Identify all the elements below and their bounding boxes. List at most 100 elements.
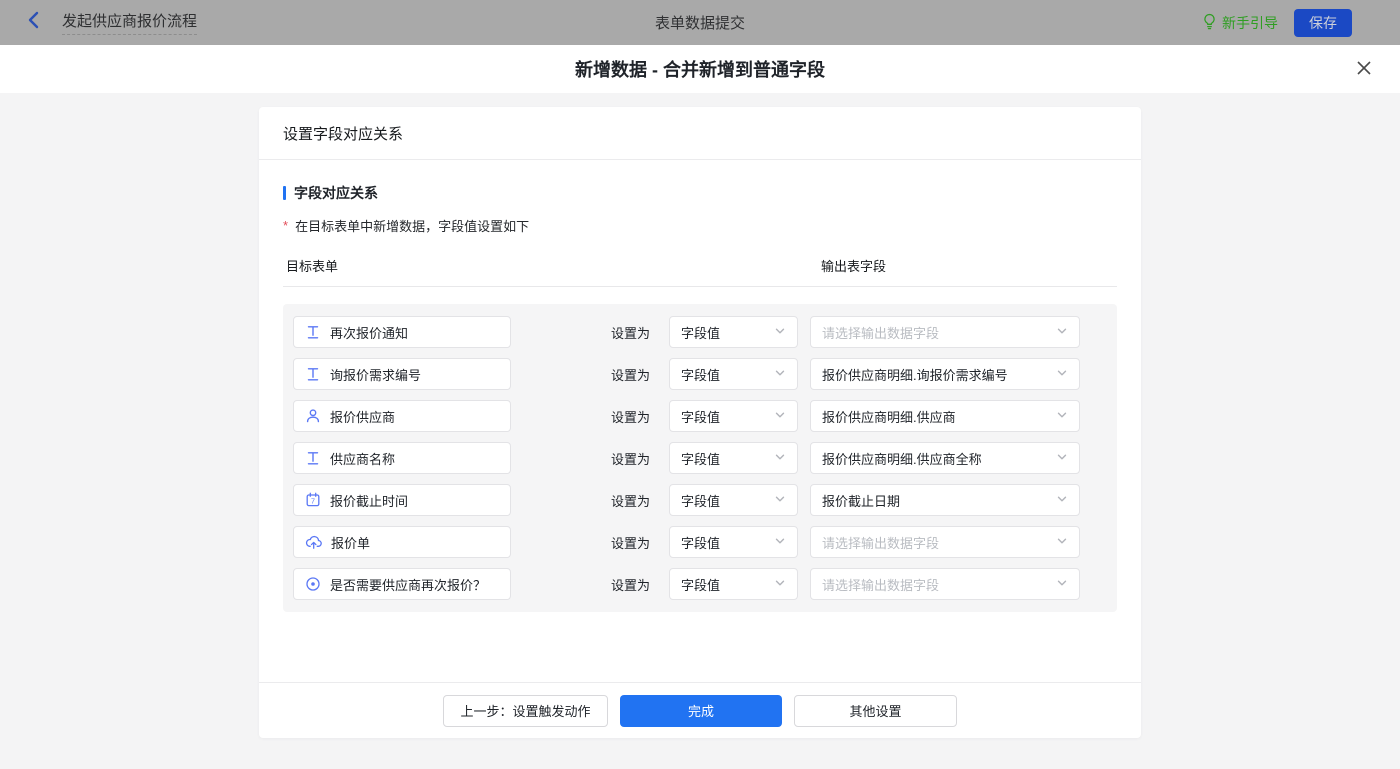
value-type-value: 字段值 (681, 367, 721, 383)
field-mapping-row: 询报价需求编号 设置为 字段值 报价供应商明细.询报价需求编号 (293, 358, 1117, 390)
output-field-select[interactable]: 请选择输出数据字段 (810, 316, 1080, 348)
output-field-select[interactable]: 报价截止日期 (810, 484, 1080, 516)
chevron-down-icon (774, 577, 786, 592)
back-chevron-icon (26, 10, 42, 35)
calendar-icon: 7 (305, 492, 321, 508)
target-field-label: 报价单 (331, 535, 371, 551)
value-type-select[interactable]: 字段值 (669, 442, 798, 474)
card-footer: 上一步：设置触发动作 完成 其他设置 (259, 682, 1141, 738)
beginner-guide-label: 新手引导 (1222, 14, 1278, 31)
chevron-down-icon (774, 409, 786, 424)
chevron-down-icon (1056, 451, 1068, 466)
target-field-chip[interactable]: 是否需要供应商再次报价？ (293, 568, 511, 600)
set-as-label: 设置为 (611, 451, 651, 467)
output-field-select[interactable]: 请选择输出数据字段 (810, 526, 1080, 558)
output-field-value: 报价截止日期 (822, 493, 901, 509)
chevron-down-icon (1056, 577, 1068, 592)
beginner-guide-link[interactable]: 新手引导 (1202, 13, 1278, 33)
target-field-label: 再次报价通知 (330, 325, 409, 341)
value-type-value: 字段值 (681, 325, 721, 341)
done-button[interactable]: 完成 (620, 694, 782, 727)
settings-card: 设置字段对应关系 字段对应关系 * 在目标表单中新增数据，字段值设置如下 目标表… (259, 107, 1141, 738)
close-button[interactable] (1352, 57, 1376, 81)
chevron-down-icon (1056, 493, 1068, 508)
value-type-value: 字段值 (681, 535, 721, 551)
output-field-select[interactable]: 报价供应商明细.供应商 (810, 400, 1080, 432)
field-mapping-row: 是否需要供应商再次报价？ 设置为 字段值 请选择输出数据字段 (293, 568, 1117, 600)
set-as-label: 设置为 (611, 409, 651, 425)
target-field-label: 报价供应商 (330, 409, 396, 425)
section-title-label: 字段对应关系 (294, 185, 378, 201)
radio-icon (305, 576, 321, 592)
output-field-value: 报价供应商明细.询报价需求编号 (822, 367, 1008, 383)
target-field-chip[interactable]: 再次报价通知 (293, 316, 511, 348)
output-field-select[interactable]: 报价供应商明细.询报价需求编号 (810, 358, 1080, 390)
set-as-label: 设置为 (611, 577, 651, 593)
target-field-chip[interactable]: 供应商名称 (293, 442, 511, 474)
other-settings-button[interactable]: 其他设置 (794, 694, 957, 727)
value-type-select[interactable]: 字段值 (669, 526, 798, 558)
hint-row: * 在目标表单中新增数据，字段值设置如下 (283, 216, 1117, 235)
close-icon (1355, 60, 1373, 80)
output-field-select[interactable]: 报价供应商明细.供应商全称 (810, 442, 1080, 474)
chevron-down-icon (1056, 367, 1068, 382)
chevron-down-icon (774, 367, 786, 382)
value-type-select[interactable]: 字段值 (669, 400, 798, 432)
target-field-chip[interactable]: 询报价需求编号 (293, 358, 511, 390)
text-icon (305, 366, 321, 382)
svg-text:7: 7 (311, 497, 315, 506)
modal-body: 设置字段对应关系 字段对应关系 * 在目标表单中新增数据，字段值设置如下 目标表… (0, 107, 1400, 769)
lightbulb-icon (1202, 13, 1217, 33)
page-title: 表单数据提交 (654, 15, 746, 32)
card-body: 字段对应关系 * 在目标表单中新增数据，字段值设置如下 目标表单 输出表字段 再… (259, 183, 1141, 612)
text-icon (305, 324, 321, 340)
target-field-label: 报价截止时间 (330, 493, 409, 509)
value-type-select[interactable]: 字段值 (669, 316, 798, 348)
output-field-value: 报价供应商明细.供应商全称 (822, 451, 982, 467)
required-asterisk: * (283, 218, 289, 233)
field-mapping-row: 供应商名称 设置为 字段值 报价供应商明细.供应商全称 (293, 442, 1117, 474)
chevron-down-icon (1056, 535, 1068, 550)
chevron-down-icon (774, 535, 786, 550)
set-as-label: 设置为 (611, 325, 651, 341)
value-type-select[interactable]: 字段值 (669, 358, 798, 390)
column-headers: 目标表单 输出表字段 (283, 256, 1117, 287)
value-type-value: 字段值 (681, 493, 721, 509)
value-type-select[interactable]: 字段值 (669, 484, 798, 516)
target-field-label: 询报价需求编号 (330, 367, 422, 383)
field-mapping-panel: 再次报价通知 设置为 字段值 请选择输出数据字段 询报价需求编号 设置为 字段值… (283, 304, 1117, 612)
card-header: 设置字段对应关系 (259, 107, 1141, 160)
target-field-label: 是否需要供应商再次报价？ (330, 577, 487, 593)
set-as-label: 设置为 (611, 535, 651, 551)
text-icon (305, 450, 321, 466)
set-as-label: 设置为 (611, 367, 651, 383)
upload-icon (305, 534, 322, 550)
card-header-title: 设置字段对应关系 (283, 125, 404, 143)
output-field-value: 报价供应商明细.供应商 (822, 409, 956, 425)
value-type-select[interactable]: 字段值 (669, 568, 798, 600)
set-as-label: 设置为 (611, 493, 651, 509)
value-type-value: 字段值 (681, 451, 721, 467)
target-field-chip[interactable]: 7 报价截止时间 (293, 484, 511, 516)
modal-title: 新增数据 - 合并新增到普通字段 (575, 60, 825, 80)
hint-text: 在目标表单中新增数据，字段值设置如下 (295, 219, 530, 234)
col-header-output-field: 输出表字段 (821, 259, 887, 274)
section-title: 字段对应关系 (283, 183, 1117, 203)
value-type-value: 字段值 (681, 577, 721, 593)
chevron-down-icon (774, 493, 786, 508)
target-field-chip[interactable]: 报价供应商 (293, 400, 511, 432)
flow-title[interactable]: 发起供应商报价流程 (62, 10, 198, 35)
back-button[interactable] (26, 10, 42, 35)
output-field-value: 请选择输出数据字段 (822, 535, 940, 551)
output-field-select[interactable]: 请选择输出数据字段 (810, 568, 1080, 600)
output-field-value: 请选择输出数据字段 (822, 325, 940, 341)
save-button[interactable]: 保存 (1294, 9, 1352, 37)
value-type-value: 字段值 (681, 409, 721, 425)
person-icon (305, 408, 321, 424)
col-header-target-form: 目标表单 (286, 259, 339, 274)
previous-step-button[interactable]: 上一步：设置触发动作 (443, 694, 608, 727)
target-field-chip[interactable]: 报价单 (293, 526, 511, 558)
target-field-label: 供应商名称 (330, 451, 396, 467)
section-accent-bar (283, 186, 286, 200)
field-mapping-row: 7 报价截止时间 设置为 字段值 报价截止日期 (293, 484, 1117, 516)
